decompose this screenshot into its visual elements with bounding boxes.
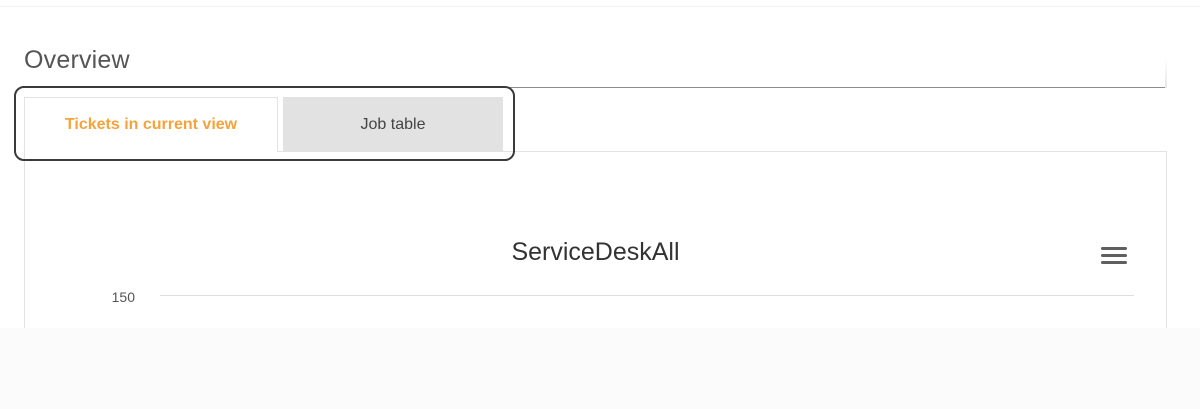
tab-tickets-in-current-view[interactable]: Tickets in current view xyxy=(24,97,278,152)
chart-title: ServiceDeskAll xyxy=(511,238,680,266)
y-axis-tick-label: 150 xyxy=(111,289,135,305)
menu-icon-bar xyxy=(1101,254,1127,257)
menu-icon-bar xyxy=(1101,261,1127,264)
menu-icon-bar xyxy=(1101,247,1127,250)
hamburger-menu-icon[interactable] xyxy=(1101,247,1127,267)
y-axis-gridline xyxy=(160,295,1134,296)
top-divider xyxy=(0,6,1200,7)
tab-job-table[interactable]: Job table xyxy=(283,97,503,152)
section-title-edge xyxy=(1165,58,1167,88)
section-title: Overview xyxy=(24,46,130,74)
footer-band xyxy=(0,328,1200,409)
section-title-underline xyxy=(24,87,1166,88)
